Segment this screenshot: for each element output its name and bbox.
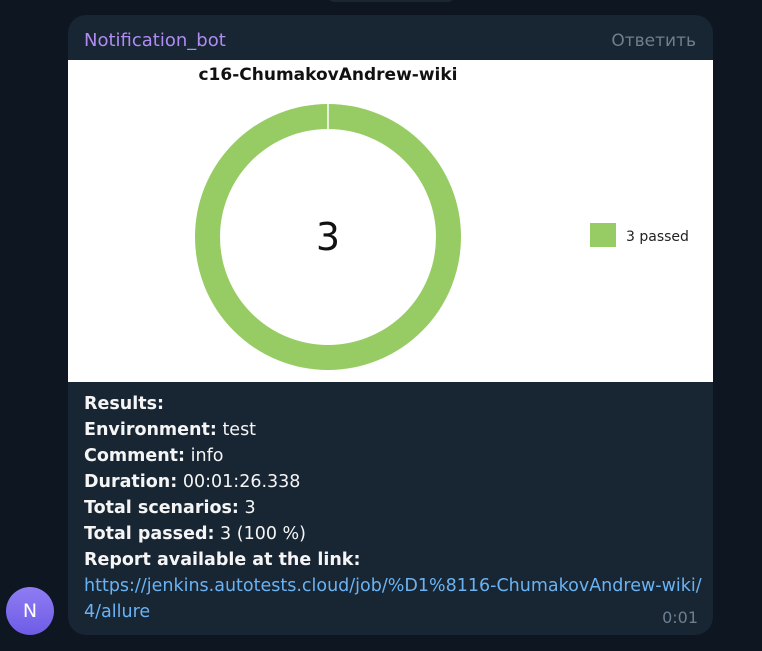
scenarios-label: Total scenarios: — [84, 498, 239, 518]
report-line: Report available at the link: — [84, 547, 704, 573]
passed-value: 3 (100 %) — [220, 524, 306, 544]
duration-line: Duration: 00:01:26.338 — [84, 469, 704, 495]
reply-button[interactable]: Ответить — [611, 31, 696, 51]
passed-line: Total passed: 3 (100 %) — [84, 521, 704, 547]
results-heading: Results: — [84, 394, 164, 414]
comment-value: info — [190, 446, 224, 466]
environment-line: Environment: test — [84, 417, 704, 443]
results-text: Results: Environment: test Comment: info… — [84, 391, 704, 625]
passed-label: Total passed: — [84, 524, 215, 544]
chart-title: c16-ChumakovAndrew-wiki — [198, 65, 457, 85]
legend-swatch-passed — [590, 223, 616, 247]
avatar[interactable]: N — [6, 587, 54, 635]
environment-value: test — [222, 420, 257, 440]
duration-value: 00:01:26.338 — [182, 472, 301, 492]
chart-image[interactable]: c16-ChumakovAndrew-wiki 3 3 passed — [68, 60, 713, 382]
scenarios-value: 3 — [244, 498, 256, 518]
report-link-line: https://jenkins.autotests.cloud/job/%D1%… — [84, 573, 704, 625]
message-bubble[interactable]: Notification_bot Ответить c16-ChumakovAn… — [68, 15, 713, 635]
legend-label-passed: 3 passed — [626, 229, 689, 245]
scenarios-line: Total scenarios: 3 — [84, 495, 704, 521]
message-time: 0:01 — [662, 608, 698, 627]
sender-name[interactable]: Notification_bot — [84, 30, 226, 51]
duration-label: Duration: — [84, 472, 178, 492]
comment-label: Comment: — [84, 446, 186, 466]
scroll-date-pill — [328, 0, 454, 2]
comment-line: Comment: info — [84, 443, 704, 469]
results-heading-line: Results: — [84, 391, 704, 417]
donut-chart: c16-ChumakovAndrew-wiki 3 3 passed — [195, 65, 689, 370]
environment-label: Environment: — [84, 420, 217, 440]
report-link[interactable]: https://jenkins.autotests.cloud/job/%D1%… — [84, 576, 702, 622]
avatar-letter: N — [22, 600, 38, 622]
report-label: Report available at the link: — [84, 550, 361, 570]
chart-center-label: 3 — [316, 215, 340, 259]
